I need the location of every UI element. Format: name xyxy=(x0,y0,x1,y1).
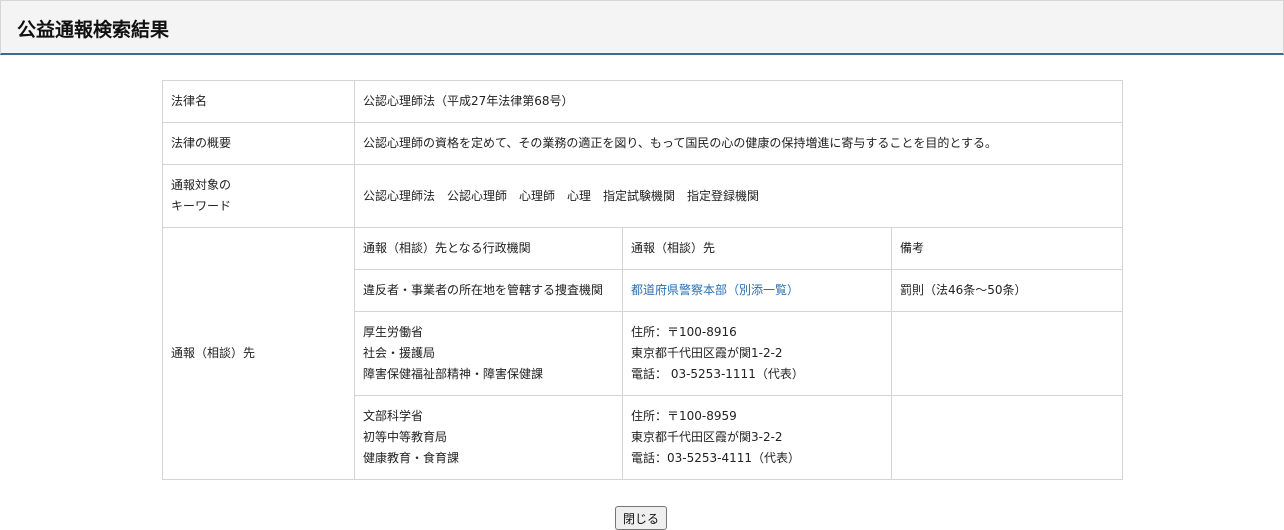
phone-number: 電話：03-5253-4111（代表） xyxy=(631,451,801,465)
contact-destination: 住所：〒100-8916 東京都千代田区霞が関1-2-2 電話： 03-5253… xyxy=(622,311,892,396)
keywords-value: 公認心理師法 公認心理師 心理師 心理 指定試験機関 指定登録機関 xyxy=(353,164,1124,228)
agency-line: 違反者・事業者の所在地を管轄する捜査機関 xyxy=(363,283,604,297)
address-postal: 住所：〒100-8959 xyxy=(631,409,737,423)
agency-line: 初等中等教育局 xyxy=(363,430,448,444)
contact-destination: 住所：〒100-8959 東京都千代田区霞が関3-2-2 電話：03-5253-… xyxy=(622,395,892,480)
agency-line: 文部科学省 xyxy=(363,409,424,423)
agency-line: 健康教育・食育課 xyxy=(363,451,460,465)
address-street: 東京都千代田区霞が関3-2-2 xyxy=(631,430,783,444)
contact-remarks: 罰則（法46条～50条） xyxy=(890,269,1124,312)
page-title: 公益通報検索結果 xyxy=(17,19,170,41)
agency-line: 社会・援護局 xyxy=(363,346,436,360)
close-button-wrapper: 閉じる xyxy=(615,506,668,530)
contact-agency: 厚生労働省 社会・援護局 障害保健福祉部精神・障害保健課 xyxy=(354,311,623,396)
law-summary-value: 公認心理師の資格を定めて、その業務の適正を図り、もって国民の心の健康の保持増進に… xyxy=(353,122,1124,165)
keywords-label-line: 通報対象の xyxy=(171,178,232,192)
contact-agency: 文部科学省 初等中等教育局 健康教育・食育課 xyxy=(354,395,623,480)
agency-line: 障害保健福祉部精神・障害保健課 xyxy=(363,367,544,381)
contact-remarks xyxy=(890,395,1124,480)
contact-destination: 都道府県警察本部（別添一覧） xyxy=(622,269,892,312)
law-summary-row: 法律の概要 公認心理師の資格を定めて、その業務の適正を図り、もって国民の心の健康… xyxy=(162,122,1124,165)
column-header-destination: 通報（相談）先 xyxy=(622,227,892,270)
agency-line: 厚生労働省 xyxy=(363,325,424,339)
law-name-label: 法律名 xyxy=(162,80,355,123)
law-summary-label: 法律の概要 xyxy=(162,122,355,165)
close-button[interactable]: 閉じる xyxy=(615,506,668,530)
phone-number: 電話： 03-5253-1111（代表） xyxy=(631,367,804,381)
keywords-row: 通報対象の キーワード 公認心理師法 公認心理師 心理師 心理 指定試験機関 指… xyxy=(162,164,1124,228)
column-header-remarks: 備考 xyxy=(890,227,1124,270)
address-postal: 住所：〒100-8916 xyxy=(631,325,737,339)
contacts-label: 通報（相談）先 xyxy=(162,227,355,480)
result-table: 法律名 公認心理師法（平成27年法律第68号） 法律の概要 公認心理師の資格を定… xyxy=(162,80,1124,480)
law-name-value: 公認心理師法（平成27年法律第68号） xyxy=(353,80,1124,123)
address-street: 東京都千代田区霞が関1-2-2 xyxy=(631,346,783,360)
keywords-label: 通報対象の キーワード xyxy=(162,164,355,228)
page-header: 公益通報検索結果 xyxy=(0,0,1284,55)
contacts-header-row: 通報（相談）先 通報（相談）先となる行政機関 通報（相談）先 備考 xyxy=(162,227,1124,480)
contact-agency: 違反者・事業者の所在地を管轄する捜査機関 xyxy=(354,269,623,312)
police-list-link[interactable]: 都道府県警察本部（別添一覧） xyxy=(631,283,799,297)
law-name-row: 法律名 公認心理師法（平成27年法律第68号） xyxy=(162,80,1124,123)
contact-remarks xyxy=(890,311,1124,396)
keywords-label-line: キーワード xyxy=(171,199,232,213)
column-header-agency: 通報（相談）先となる行政機関 xyxy=(354,227,623,270)
